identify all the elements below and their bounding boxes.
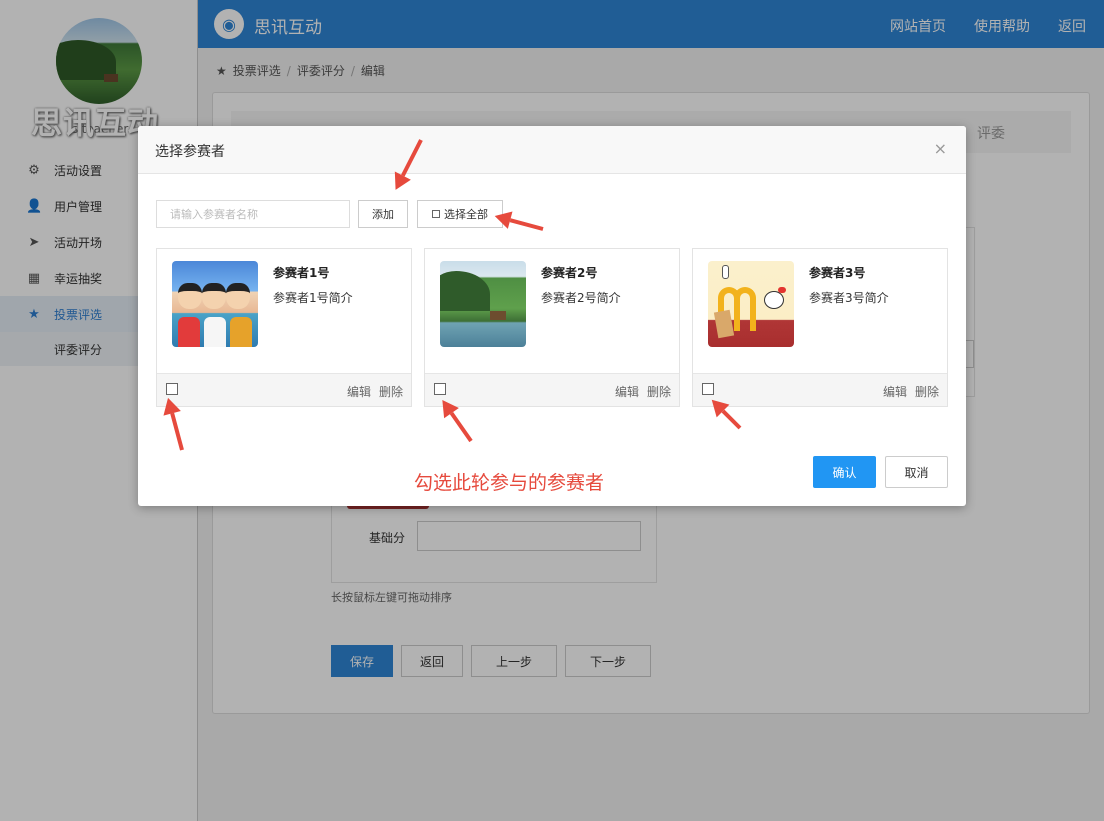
cancel-button[interactable]: 取消	[885, 456, 948, 488]
contestant-desc: 参赛者3号简介	[809, 291, 889, 305]
contestant-search-input[interactable]	[156, 200, 350, 228]
contestant-photo	[708, 261, 794, 347]
close-icon[interactable]: ×	[934, 139, 947, 158]
contestant-card: 参赛者2号 参赛者2号简介 编辑 删除	[424, 248, 680, 407]
modal-title: 选择参赛者	[155, 144, 225, 160]
contestant-desc: 参赛者2号简介	[541, 291, 621, 305]
edit-link[interactable]: 编辑	[347, 383, 371, 400]
select-contestants-modal: 选择参赛者 × 添加 选择全部 参赛者1号 参赛者1号简介 编辑 删除	[138, 126, 966, 506]
confirm-button[interactable]: 确认	[813, 456, 876, 488]
edit-link[interactable]: 编辑	[615, 383, 639, 400]
annotation-text: 勾选此轮参与的参赛者	[414, 472, 605, 494]
contestant-photo	[440, 261, 526, 347]
delete-link[interactable]: 删除	[379, 383, 403, 400]
select-all-label: 选择全部	[444, 208, 488, 221]
contestant-photo	[172, 261, 258, 347]
checkbox-icon	[432, 210, 440, 218]
contestant-checkbox[interactable]	[702, 383, 714, 395]
contestant-name: 参赛者1号	[273, 266, 330, 280]
contestant-checkbox[interactable]	[434, 383, 446, 395]
contestant-card: 参赛者1号 参赛者1号简介 编辑 删除	[156, 248, 412, 407]
select-all-button[interactable]: 选择全部	[417, 200, 503, 228]
card-footer: 编辑 删除	[425, 373, 679, 406]
search-row: 添加 选择全部	[156, 200, 503, 228]
delete-link[interactable]: 删除	[915, 383, 939, 400]
modal-header: 选择参赛者 ×	[138, 126, 966, 174]
edit-link[interactable]: 编辑	[883, 383, 907, 400]
delete-link[interactable]: 删除	[647, 383, 671, 400]
contestant-name: 参赛者3号	[809, 266, 866, 280]
contestant-name: 参赛者2号	[541, 266, 598, 280]
card-footer: 编辑 删除	[693, 373, 947, 406]
card-footer: 编辑 删除	[157, 373, 411, 406]
contestant-desc: 参赛者1号简介	[273, 291, 353, 305]
add-button[interactable]: 添加	[358, 200, 408, 228]
contestant-card: 参赛者3号 参赛者3号简介 编辑 删除	[692, 248, 948, 407]
contestant-cards: 参赛者1号 参赛者1号简介 编辑 删除 参赛者2号 参赛者2号简介 编辑 删除	[156, 248, 948, 407]
contestant-checkbox[interactable]	[166, 383, 178, 395]
